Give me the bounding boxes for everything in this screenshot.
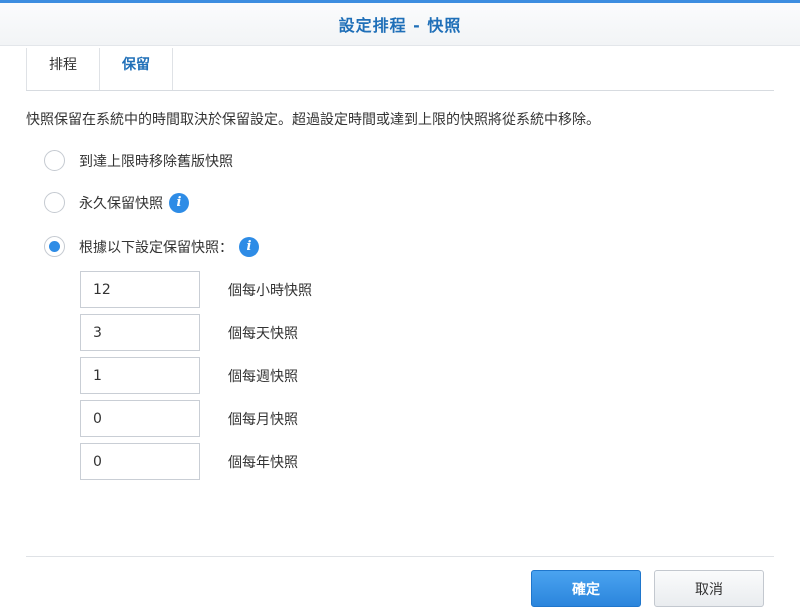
monthly-snapshots-input[interactable] bbox=[80, 400, 200, 437]
monthly-snapshots-label: 個每月快照 bbox=[228, 411, 298, 428]
yearly-field-row: 個每年快照 bbox=[80, 443, 298, 480]
daily-snapshots-label: 個每天快照 bbox=[228, 325, 298, 342]
yearly-snapshots-input[interactable] bbox=[80, 443, 200, 480]
snapshot-schedule-dialog: 設定排程 - 快照 排程 保留 快照保留在系統中的時間取決於保留設定。超過設定時… bbox=[0, 0, 800, 615]
weekly-field-row: 個每週快照 bbox=[80, 357, 298, 394]
weekly-snapshots-input[interactable] bbox=[80, 357, 200, 394]
info-icon[interactable]: i bbox=[169, 192, 189, 213]
daily-snapshots-input[interactable] bbox=[80, 314, 200, 351]
hourly-snapshots-input[interactable] bbox=[80, 271, 200, 308]
option-label: 根據以下設定保留快照： bbox=[79, 239, 233, 256]
retention-description: 快照保留在系統中的時間取決於保留設定。超過設定時間或達到上限的快照將從系統中移除… bbox=[26, 112, 600, 128]
radio-keep-forever[interactable] bbox=[44, 192, 65, 213]
option-label: 永久保留快照 bbox=[79, 195, 163, 212]
monthly-field-row: 個每月快照 bbox=[80, 400, 298, 437]
weekly-snapshots-label: 個每週快照 bbox=[228, 368, 298, 385]
radio-keep-by-rules[interactable] bbox=[44, 236, 65, 257]
info-icon[interactable]: i bbox=[239, 236, 259, 257]
option-keep-forever[interactable]: 永久保留快照 i bbox=[44, 192, 189, 213]
cancel-button[interactable]: 取消 bbox=[654, 570, 764, 607]
tab-retention[interactable]: 保留 bbox=[99, 48, 173, 90]
ok-button[interactable]: 確定 bbox=[531, 570, 641, 607]
hourly-snapshots-label: 個每小時快照 bbox=[228, 282, 312, 299]
daily-field-row: 個每天快照 bbox=[80, 314, 298, 351]
footer-divider bbox=[26, 556, 774, 557]
radio-remove-oldest[interactable] bbox=[44, 150, 65, 171]
tab-schedule[interactable]: 排程 bbox=[26, 48, 99, 90]
tab-bar: 排程 保留 bbox=[26, 48, 774, 91]
option-keep-by-rules[interactable]: 根據以下設定保留快照： i bbox=[44, 236, 259, 257]
dialog-titlebar: 設定排程 - 快照 bbox=[0, 3, 800, 46]
option-remove-oldest[interactable]: 到達上限時移除舊版快照 bbox=[44, 150, 233, 171]
dialog-title: 設定排程 - 快照 bbox=[338, 16, 462, 35]
hourly-field-row: 個每小時快照 bbox=[80, 271, 312, 308]
option-label: 到達上限時移除舊版快照 bbox=[79, 153, 233, 170]
yearly-snapshots-label: 個每年快照 bbox=[228, 454, 298, 471]
